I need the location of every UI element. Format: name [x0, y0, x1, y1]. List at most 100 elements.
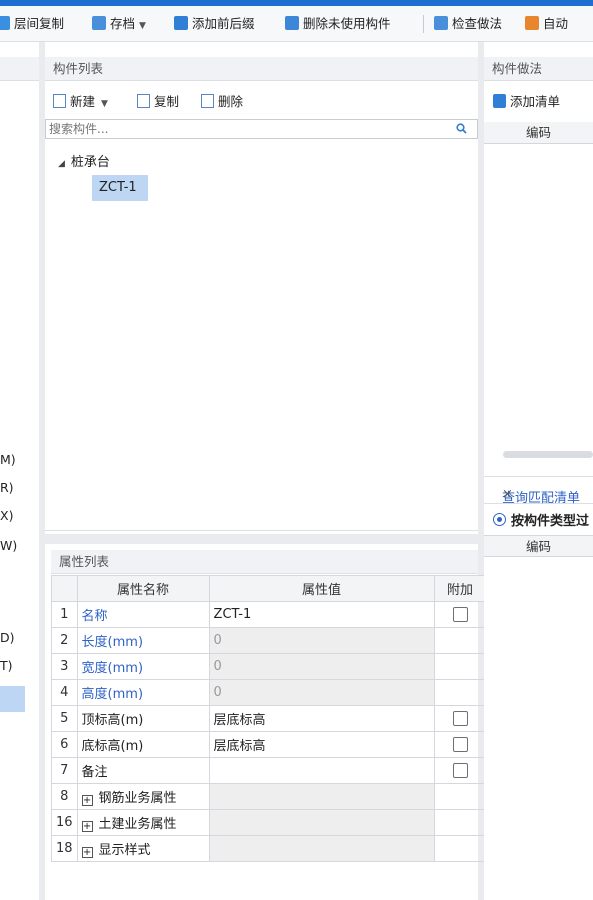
table-row[interactable]: 3 宽度(mm) 0: [51, 653, 487, 680]
property-group-name[interactable]: + 显示样式: [76, 835, 210, 862]
expand-plus-icon[interactable]: +: [81, 847, 93, 858]
component-method-panel: [484, 42, 593, 900]
property-value[interactable]: 层底标高: [208, 731, 435, 758]
delete-unused-button[interactable]: 删除未使用构件: [285, 15, 391, 33]
table-row[interactable]: 6 底标高(m) 层底标高: [51, 731, 487, 758]
property-group-name[interactable]: + 土建业务属性: [76, 809, 210, 836]
property-group-label: 钢筋业务属性: [98, 791, 177, 806]
property-name: 底标高(m): [76, 731, 210, 758]
left-item-w[interactable]: W): [0, 538, 39, 553]
delete-label: 删除: [218, 94, 244, 109]
filter-by-type-radio[interactable]: [493, 513, 506, 526]
copy-label: 复制: [154, 94, 180, 109]
left-item-t[interactable]: T): [0, 658, 39, 673]
copy-component-button[interactable]: 复制: [137, 93, 179, 111]
delete-unused-icon: [285, 16, 299, 30]
additional-cell: [433, 731, 487, 758]
copy-between-floors-button[interactable]: 层间复制: [0, 15, 64, 33]
left-selected-item[interactable]: [0, 686, 25, 712]
column-header-value: 属性值: [208, 575, 435, 602]
column-header-name: 属性名称: [76, 575, 210, 602]
table-row[interactable]: 8 + 钢筋业务属性: [51, 783, 487, 810]
property-group-name[interactable]: + 钢筋业务属性: [76, 783, 210, 810]
column-header-index: [51, 575, 78, 602]
tab-query-match-list[interactable]: 查询匹配清单 ×: [484, 476, 593, 506]
table-row[interactable]: 5 顶标高(m) 层底标高: [51, 705, 487, 732]
property-value[interactable]: ZCT-1: [208, 601, 435, 628]
close-icon[interactable]: ×: [502, 487, 513, 502]
tree-node-pile-cap[interactable]: ◢ 桩承台: [58, 151, 110, 170]
additional-cell: [433, 679, 487, 706]
component-method-title: 构件做法: [484, 57, 593, 81]
panel-divider[interactable]: [39, 42, 45, 900]
left-item-r[interactable]: R): [0, 480, 39, 495]
filter-by-type-label: 按构件类型过: [511, 514, 590, 529]
auto-icon: [525, 16, 539, 30]
horizontal-scrollbar[interactable]: [503, 451, 593, 458]
row-number: 6: [51, 731, 78, 758]
expand-plus-icon[interactable]: +: [81, 795, 93, 806]
method-code-header: 编码: [484, 122, 593, 144]
tree-collapse-icon[interactable]: ◢: [58, 159, 65, 169]
property-list-title: 属性列表: [51, 550, 478, 574]
tree-node-zct-1[interactable]: ZCT-1: [92, 175, 148, 201]
check-method-button[interactable]: 检查做法: [434, 15, 502, 33]
left-panel-header: [0, 57, 39, 81]
auto-button[interactable]: 自动: [525, 15, 568, 33]
horizontal-splitter[interactable]: [45, 530, 478, 546]
component-list-title: 构件列表: [45, 57, 478, 81]
left-item-x[interactable]: X): [0, 508, 39, 523]
table-row[interactable]: 7 备注: [51, 757, 487, 784]
additional-checkbox[interactable]: [452, 607, 468, 622]
left-item-d[interactable]: D): [0, 630, 39, 645]
row-number: 3: [51, 653, 78, 680]
property-name: 备注: [76, 757, 210, 784]
left-item-m[interactable]: M): [0, 452, 39, 467]
column-header-additional: 附加: [433, 575, 487, 602]
table-row[interactable]: 2 长度(mm) 0: [51, 627, 487, 654]
row-number: 2: [51, 627, 78, 654]
toolbar-separator: [423, 15, 424, 33]
additional-cell: [433, 601, 487, 628]
check-method-label: 检查做法: [452, 16, 503, 31]
property-value[interactable]: [208, 757, 435, 784]
archive-icon: [92, 16, 106, 30]
component-search-box[interactable]: [45, 119, 478, 139]
property-table: 属性名称 属性值 附加 1 名称 ZCT-1 2 长度(mm) 0 3 宽度(m…: [51, 575, 487, 862]
delete-unused-label: 删除未使用构件: [303, 16, 391, 31]
additional-checkbox[interactable]: [452, 711, 468, 726]
delete-icon: [201, 94, 214, 108]
main-toolbar: 层间复制 存档 ▼ 添加前后缀 删除未使用构件 检查做法 自动: [0, 6, 593, 42]
delete-component-button[interactable]: 删除: [201, 93, 243, 111]
property-value: [208, 783, 435, 810]
expand-plus-icon[interactable]: +: [81, 821, 93, 832]
table-row[interactable]: 4 高度(mm) 0: [51, 679, 487, 706]
query-tab-text: 查询匹配清单: [502, 491, 581, 506]
additional-cell: [433, 757, 487, 784]
archive-label: 存档: [110, 16, 136, 31]
additional-checkbox[interactable]: [452, 737, 468, 752]
additional-cell: [433, 705, 487, 732]
property-name: 长度(mm): [76, 627, 210, 654]
add-list-icon: [493, 94, 506, 108]
search-icon[interactable]: [456, 123, 467, 134]
table-row[interactable]: 1 名称 ZCT-1: [51, 601, 487, 628]
property-name: 高度(mm): [76, 679, 210, 706]
property-value: 0: [208, 653, 435, 680]
auto-label: 自动: [543, 16, 569, 31]
archive-button[interactable]: 存档 ▼: [92, 15, 146, 33]
add-prefix-suffix-button[interactable]: 添加前后缀: [174, 15, 255, 33]
search-input[interactable]: [46, 120, 446, 138]
table-row[interactable]: 18 + 显示样式: [51, 835, 487, 862]
left-navigation-panel: [0, 42, 39, 900]
property-name: 名称: [76, 601, 210, 628]
new-label: 新建: [70, 94, 96, 109]
table-row[interactable]: 16 + 土建业务属性: [51, 809, 487, 836]
row-number: 5: [51, 705, 78, 732]
additional-checkbox[interactable]: [452, 763, 468, 778]
property-name: 顶标高(m): [76, 705, 210, 732]
property-value[interactable]: 层底标高: [208, 705, 435, 732]
new-component-button[interactable]: 新建 ▼: [53, 93, 108, 111]
row-number: 8: [51, 783, 78, 810]
add-list-button[interactable]: 添加清单: [493, 93, 560, 111]
